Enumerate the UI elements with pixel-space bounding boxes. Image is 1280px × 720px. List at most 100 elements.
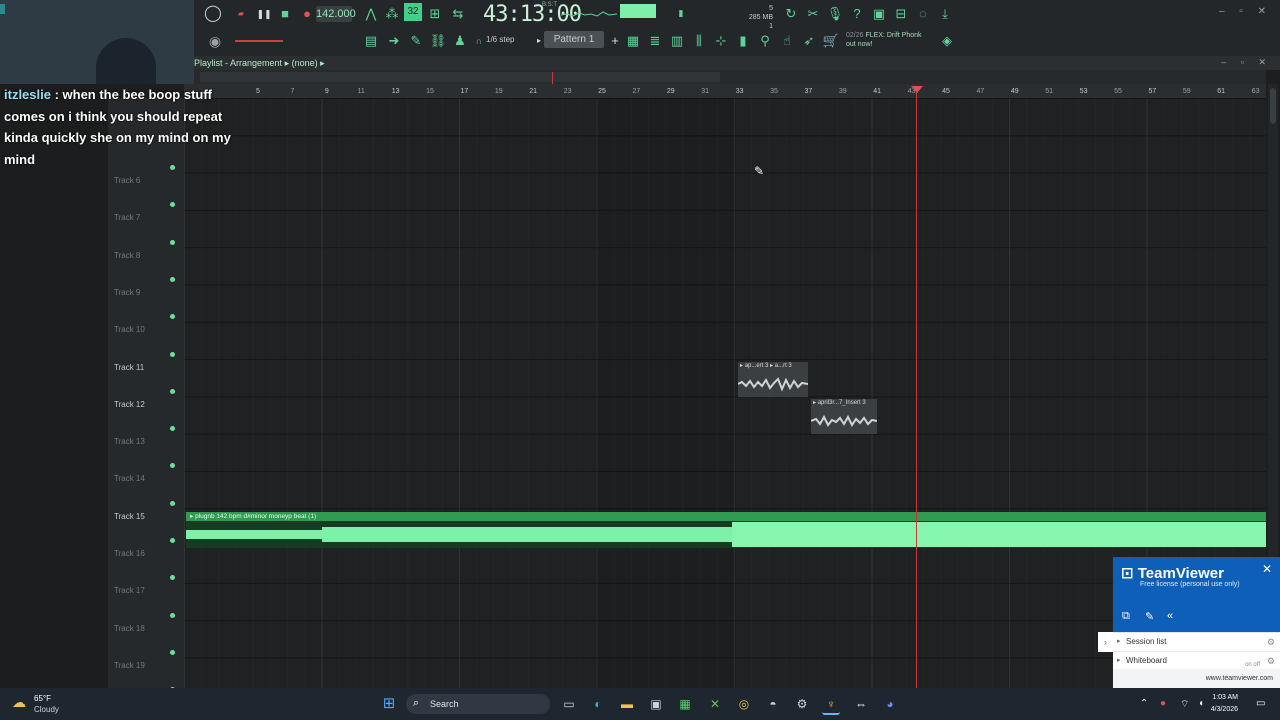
browser-icon[interactable]: ⊹ bbox=[712, 32, 730, 50]
master-volume-knob-icon[interactable]: ◉ bbox=[206, 32, 224, 50]
pattern-selector[interactable]: Pattern 1 bbox=[544, 31, 604, 48]
snap-step-label[interactable]: 1/6 step bbox=[486, 35, 514, 44]
teamviewer-footer[interactable]: www.teamviewer.com bbox=[1113, 669, 1280, 688]
whiteboard-row[interactable]: ▸ Whiteboard on off ⚙ bbox=[1113, 651, 1280, 670]
track-header[interactable]: Track 19 bbox=[114, 661, 145, 670]
mixer-icon[interactable]: ⊟ bbox=[892, 5, 910, 23]
mic-icon[interactable]: ● bbox=[1160, 698, 1166, 709]
task-view-icon[interactable]: ▭ bbox=[560, 695, 578, 713]
account-icon[interactable]: ◈ bbox=[938, 32, 956, 50]
stamp-icon[interactable]: ♟ bbox=[451, 32, 469, 50]
metronome-icon[interactable]: ⋀ bbox=[362, 5, 380, 23]
fl-studio-icon[interactable]: ♆ bbox=[822, 695, 840, 715]
chat-icon[interactable]: ◌ bbox=[914, 5, 932, 23]
add-pattern-icon[interactable]: + bbox=[606, 32, 624, 50]
wifi-icon[interactable]: ⌔ bbox=[1180, 698, 1189, 711]
loop-record-icon[interactable]: ⇆ bbox=[449, 5, 467, 23]
track-header[interactable]: Track 10 bbox=[114, 325, 145, 334]
copy-icon[interactable]: ⧉ bbox=[1122, 610, 1130, 623]
news-ticker[interactable]: 02/26 FLEX: Drift Phonk out now! bbox=[846, 31, 922, 49]
track-mute-indicator[interactable] bbox=[170, 538, 175, 543]
discord-icon[interactable]: ◕ bbox=[881, 695, 899, 713]
link-icon[interactable]: ⛓ bbox=[429, 32, 447, 50]
track-header[interactable]: Track 13 bbox=[114, 437, 145, 446]
audio-clip-main-header[interactable] bbox=[186, 512, 1266, 521]
piano-roll-icon[interactable]: ▥ bbox=[668, 32, 686, 50]
session-list-row[interactable]: ▸ Session list ⚙ bbox=[1113, 632, 1280, 651]
record-arm-icon[interactable]: ➶ bbox=[800, 32, 818, 50]
teamviewer-expand-tab[interactable]: › bbox=[1098, 632, 1113, 652]
start-icon[interactable]: ⊞ bbox=[380, 695, 398, 713]
playlist-window-controls[interactable]: – ▫ ✕ bbox=[1221, 57, 1272, 68]
volume-icon[interactable]: ◖ bbox=[1198, 698, 1204, 709]
track-header[interactable]: Track 17 bbox=[114, 586, 145, 595]
xbox-icon[interactable]: ✕ bbox=[706, 695, 724, 713]
scissors-icon[interactable]: ✂ bbox=[804, 5, 822, 23]
clock-time[interactable]: 1:03 AM bbox=[1212, 694, 1238, 701]
track-mute-indicator[interactable] bbox=[170, 649, 175, 655]
teamviewer-taskbar-icon[interactable]: ⇔ bbox=[852, 695, 870, 713]
gear-icon[interactable]: ⚙ bbox=[1267, 633, 1275, 651]
track-header[interactable]: Track 12 bbox=[114, 400, 145, 409]
settings-icon[interactable]: ⚙ bbox=[793, 695, 811, 713]
pen-icon[interactable]: ✎ bbox=[1145, 610, 1154, 623]
taskbar-search[interactable] bbox=[406, 694, 550, 714]
clock-date[interactable]: 4/3/2026 bbox=[1211, 706, 1238, 713]
pause-button[interactable]: ❚❚ bbox=[255, 5, 273, 23]
microphone-icon[interactable]: 🎙 bbox=[826, 5, 844, 23]
playhead-marker[interactable] bbox=[911, 86, 923, 93]
track-mute-indicator[interactable] bbox=[170, 612, 175, 618]
notification-icon[interactable]: ▭ bbox=[1256, 698, 1265, 709]
master-pitch-slider[interactable] bbox=[235, 40, 283, 42]
download-icon[interactable]: ⤓ bbox=[936, 5, 954, 23]
audio-clip[interactable]: ▸ april3r...7_Insert 3 bbox=[811, 399, 877, 434]
playlist-selection[interactable]: (none) bbox=[292, 58, 318, 68]
help-icon[interactable]: ? bbox=[848, 5, 866, 23]
chrome-icon[interactable]: ◎ bbox=[735, 695, 753, 713]
weather-temperature[interactable]: 65°F bbox=[34, 694, 51, 703]
track-header[interactable]: Track 8 bbox=[114, 251, 140, 260]
pencil-icon[interactable]: ✎ bbox=[407, 32, 425, 50]
close-icon[interactable]: ✕ bbox=[1262, 562, 1272, 576]
countdown-icon[interactable]: 32 bbox=[404, 3, 422, 21]
teamviewer-url[interactable]: www.teamviewer.com bbox=[1206, 675, 1273, 682]
refresh-icon[interactable]: ↻ bbox=[782, 5, 800, 23]
playlist-title-bar[interactable]: Playlist - Arrangement ▸ (none) ▸ bbox=[194, 56, 1280, 70]
file-explorer-icon[interactable]: ▬ bbox=[618, 695, 636, 713]
overview-scroll-thumb[interactable] bbox=[200, 72, 720, 82]
track-mute-indicator[interactable] bbox=[170, 276, 175, 282]
touch-icon[interactable]: ☝ bbox=[778, 32, 796, 50]
track-header[interactable]: Track 11 bbox=[114, 363, 144, 372]
arrow-icon[interactable]: ➜ bbox=[385, 32, 403, 50]
track-mute-indicator[interactable] bbox=[170, 239, 175, 245]
track-header[interactable]: Track 14 bbox=[114, 474, 145, 483]
plug-icon[interactable]: ⚲ bbox=[756, 32, 774, 50]
track-mute-indicator[interactable] bbox=[170, 500, 175, 506]
store-icon[interactable]: ▣ bbox=[647, 695, 665, 713]
cart-icon[interactable]: 🛒 bbox=[822, 32, 840, 50]
track-header[interactable]: Track 16 bbox=[114, 549, 145, 558]
mixer-view-icon[interactable]: ⫼ bbox=[690, 32, 708, 50]
record-button[interactable]: ● bbox=[298, 5, 316, 23]
edge-icon[interactable]: ◐ bbox=[589, 695, 607, 713]
minecraft-icon[interactable]: ▦ bbox=[676, 695, 694, 713]
track-header[interactable]: Track 9 bbox=[114, 288, 140, 297]
gear-icon[interactable]: ⚙ bbox=[1267, 652, 1275, 670]
ea-icon[interactable]: ◓ bbox=[764, 695, 782, 713]
track-mute-indicator[interactable] bbox=[170, 351, 175, 357]
tempo-display[interactable]: 142.000 bbox=[316, 6, 356, 22]
track-mute-indicator[interactable] bbox=[170, 388, 175, 394]
song-mode-icon[interactable]: ▰ bbox=[231, 5, 251, 23]
plugin-icon[interactable]: ▮ bbox=[734, 32, 752, 50]
playlist-snap-icon[interactable]: ▤ bbox=[362, 32, 380, 50]
window-controls[interactable]: – ▫ ✕ bbox=[1219, 6, 1272, 17]
weather-cloud-icon[interactable]: ☁ bbox=[12, 694, 26, 711]
channel-rack-icon[interactable]: ≣ bbox=[646, 32, 664, 50]
stop-button[interactable]: ■ bbox=[276, 5, 294, 23]
wait-icon[interactable]: ⁂ bbox=[383, 5, 401, 23]
step-record-icon[interactable]: ⊞ bbox=[426, 5, 444, 23]
vertical-scroll-thumb[interactable] bbox=[1270, 88, 1276, 124]
track-header[interactable]: Track 7 bbox=[114, 213, 140, 222]
playlist-icon[interactable]: ▦ bbox=[624, 32, 642, 50]
save-icon[interactable]: ▣ bbox=[870, 5, 888, 23]
